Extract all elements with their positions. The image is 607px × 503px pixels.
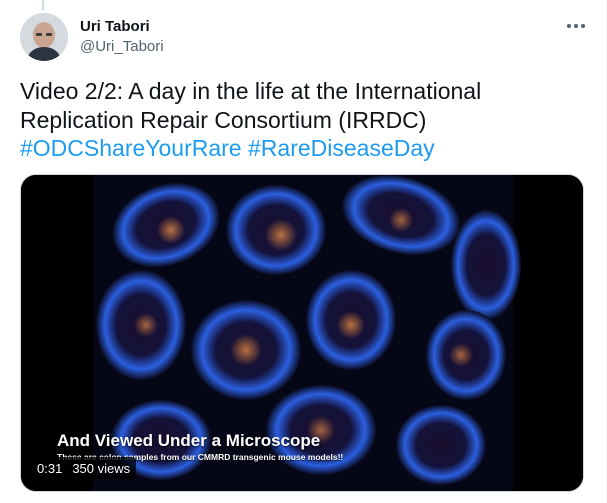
hashtag-link[interactable]: #ODCShareYourRare: [20, 135, 242, 161]
video-elapsed: 0:31: [37, 460, 63, 476]
hashtag-link[interactable]: #RareDiseaseDay: [248, 135, 435, 161]
video-views: 350 views: [72, 460, 131, 476]
more-horizontal-icon: [567, 24, 585, 28]
video-player[interactable]: And Viewed Under a Microscope These are …: [20, 174, 584, 492]
tweet-card[interactable]: Uri Tabori @Uri_Tabori Video 2/2: A day …: [0, 0, 607, 503]
author-name[interactable]: Uri Tabori: [80, 18, 150, 35]
video-caption-title: And Viewed Under a Microscope: [57, 431, 321, 450]
tweet-text: Video 2/2: A day in the life at the Inte…: [20, 77, 590, 163]
author-handle[interactable]: @Uri_Tabori: [80, 38, 164, 55]
avatar[interactable]: [20, 13, 68, 61]
more-icon[interactable]: [561, 16, 591, 36]
tweet-body: Video 2/2: A day in the life at the Inte…: [20, 78, 482, 133]
thread-line: [42, 0, 44, 10]
video-stats-badge: 0:31 350 views: [31, 457, 137, 479]
